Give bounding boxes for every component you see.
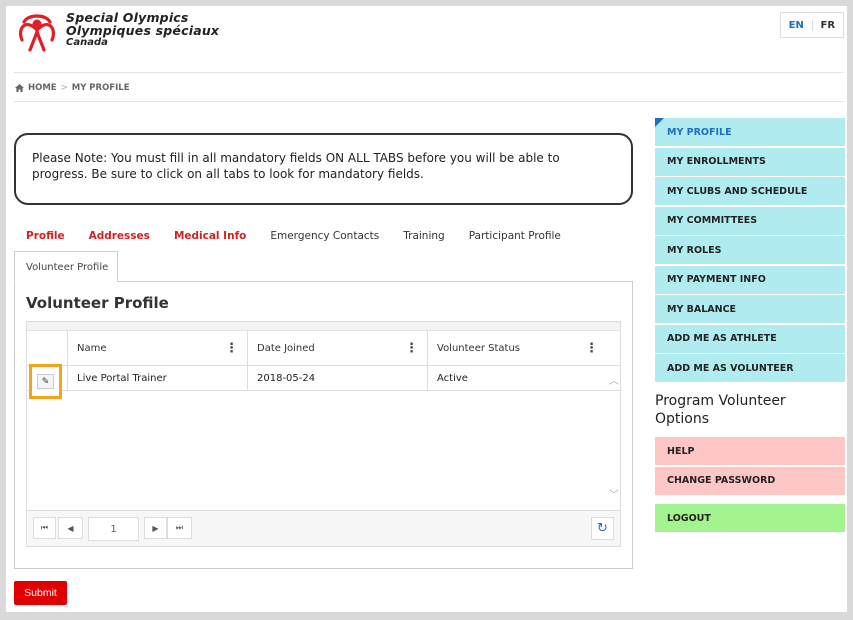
header-date-joined[interactable]: Date Joined ⋮ <box>247 331 427 365</box>
tab-emergency-contacts[interactable]: Emergency Contacts <box>258 228 391 242</box>
header-volunteer-status[interactable]: Volunteer Status ⋮ <box>427 331 607 365</box>
brand-name[interactable]: Special Olympics Olympiques spéciaux Can… <box>66 11 219 49</box>
table-row[interactable]: Live Portal Trainer 2018-05-24 Active <box>27 366 620 391</box>
tab-profile[interactable]: Profile <box>14 228 77 242</box>
mandatory-fields-note: Please Note: You must fill in all mandat… <box>14 133 633 205</box>
lang-fr-button[interactable]: FR <box>813 20 844 31</box>
special-olympics-logo <box>19 14 55 52</box>
grid-header: Name ⋮ Date Joined ⋮ Volunteer Status ⋮ <box>27 331 620 366</box>
scroll-down-icon[interactable]: ﹀ <box>609 486 619 501</box>
volunteer-grid: Name ⋮ Date Joined ⋮ Volunteer Status ⋮ … <box>26 321 621 547</box>
column-menu-icon[interactable]: ⋮ <box>585 341 598 356</box>
sidebar-item-change-password[interactable]: CHANGE PASSWORD <box>655 466 845 495</box>
edit-button[interactable]: ✎ <box>37 374 54 389</box>
grid-toolbar <box>27 322 620 331</box>
edit-highlight: ✎ <box>29 364 62 399</box>
grid-scrollbar[interactable]: ︿ ﹀ <box>607 366 620 512</box>
sidebar-item-add-me-as-volunteer[interactable]: ADD ME AS VOLUNTEER <box>655 354 845 382</box>
refresh-icon: ↻ <box>597 521 608 536</box>
prev-page-button[interactable]: ◀ <box>58 517 83 539</box>
header-name[interactable]: Name ⋮ <box>67 331 247 365</box>
breadcrumb-home[interactable]: HOME <box>28 83 57 93</box>
logout-button[interactable]: LOGOUT <box>655 504 845 532</box>
divider <box>14 72 844 73</box>
panel-title: Volunteer Profile <box>26 294 169 312</box>
header-date-label: Date Joined <box>257 342 315 354</box>
sidebar-item-my-balance[interactable]: MY BALANCE <box>655 295 845 323</box>
grid-pager: ⏮ ◀ 1 ▶ ⏭ ↻ <box>27 510 620 546</box>
sidebar-menu: MY PROFILE MY ENROLLMENTS MY CLUBS AND S… <box>655 118 845 384</box>
sidebar-item-my-clubs-and-schedule[interactable]: MY CLUBS AND SCHEDULE <box>655 177 845 205</box>
breadcrumb-current: MY PROFILE <box>71 83 130 93</box>
page-frame: Special Olympics Olympiques spéciaux Can… <box>6 6 847 612</box>
cell-date-joined: 2018-05-24 <box>247 366 427 390</box>
tab-volunteer-profile[interactable]: Volunteer Profile <box>14 251 118 282</box>
tab-medical-info[interactable]: Medical Info <box>162 228 258 242</box>
header-status-label: Volunteer Status <box>437 342 521 354</box>
refresh-button[interactable]: ↻ <box>591 517 614 540</box>
header-edit-column <box>27 331 67 365</box>
sidebar-section-title: Program Volunteer Options <box>655 393 786 427</box>
sidebar-item-help[interactable]: HELP <box>655 437 845 465</box>
volunteer-profile-panel: Volunteer Profile Name ⋮ Date Joined ⋮ V… <box>14 281 633 569</box>
tab-participant-profile[interactable]: Participant Profile <box>457 228 573 242</box>
tab-addresses[interactable]: Addresses <box>77 228 162 242</box>
first-page-button[interactable]: ⏮ <box>33 517 56 539</box>
column-menu-icon[interactable]: ⋮ <box>405 341 418 356</box>
sidebar-item-add-me-as-athlete[interactable]: ADD ME AS ATHLETE <box>655 324 845 353</box>
home-icon[interactable] <box>15 84 24 92</box>
breadcrumb-separator: > <box>60 83 68 93</box>
scroll-up-icon[interactable]: ︿ <box>609 372 619 387</box>
sidebar-item-my-payment-info[interactable]: MY PAYMENT INFO <box>655 265 845 294</box>
tab-training[interactable]: Training <box>391 228 456 242</box>
page-number[interactable]: 1 <box>88 517 139 541</box>
last-page-button[interactable]: ⏭ <box>167 517 192 539</box>
profile-tabs: Profile Addresses Medical Info Emergency… <box>14 228 573 242</box>
sidebar-options: HELP CHANGE PASSWORD <box>655 437 845 496</box>
sidebar-item-my-roles[interactable]: MY ROLES <box>655 236 845 264</box>
sidebar-item-my-committees[interactable]: MY COMMITTEES <box>655 206 845 235</box>
cell-status: Active <box>427 366 607 390</box>
lang-en-button[interactable]: EN <box>781 19 813 31</box>
brand-line-3: Canada <box>66 37 108 48</box>
brand-line-2: Olympiques spéciaux <box>66 23 220 38</box>
language-switcher: EN FR <box>780 12 844 38</box>
next-page-button[interactable]: ▶ <box>144 517 167 539</box>
divider <box>14 101 844 102</box>
cell-name: Live Portal Trainer <box>67 366 247 390</box>
breadcrumb: HOME > MY PROFILE <box>15 83 130 93</box>
submit-button[interactable]: Submit <box>14 581 67 605</box>
edit-icon: ✎ <box>41 376 50 387</box>
column-menu-icon[interactable]: ⋮ <box>225 341 238 356</box>
sidebar-item-my-enrollments[interactable]: MY ENROLLMENTS <box>655 147 845 176</box>
sidebar-item-my-profile[interactable]: MY PROFILE <box>655 118 845 146</box>
header-name-label: Name <box>77 342 107 354</box>
